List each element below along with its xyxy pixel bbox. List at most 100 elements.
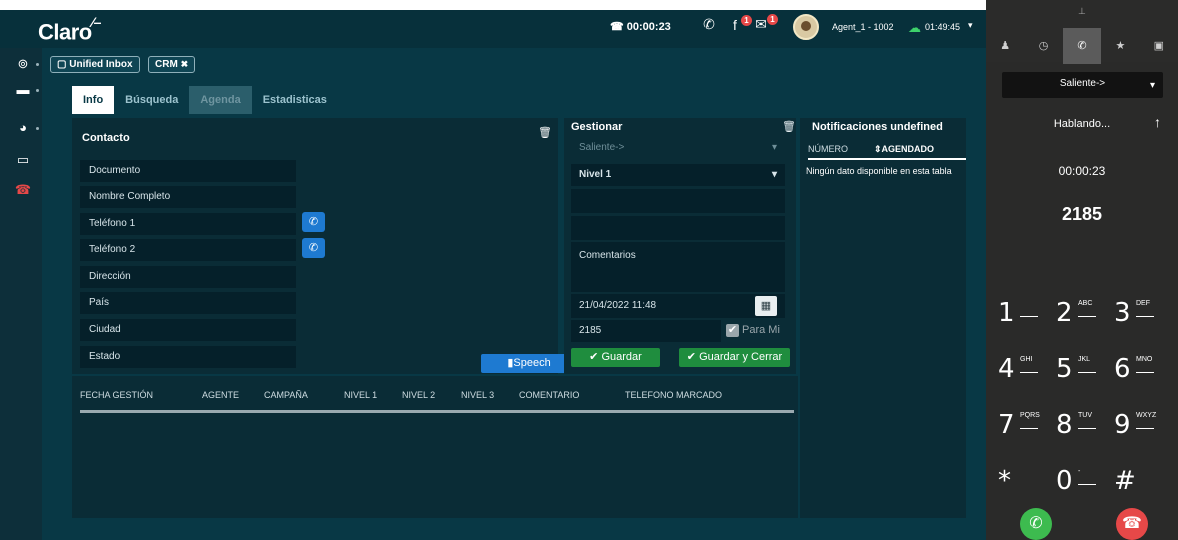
call-button[interactable]: ✆ bbox=[1020, 508, 1052, 540]
hangup-icon[interactable]: ☎ bbox=[12, 182, 34, 200]
cloud-status-icon: ☁ bbox=[908, 20, 921, 35]
contacts-icon[interactable]: ▣ bbox=[1140, 28, 1178, 64]
th-fecha[interactable]: FECHA GESTIÓN bbox=[80, 390, 153, 400]
th-nivel3[interactable]: NIVEL 3 bbox=[461, 390, 494, 400]
gestionar-title: Gestionar bbox=[571, 121, 623, 133]
pais-field[interactable]: País bbox=[80, 292, 296, 314]
key-4[interactable]: 4 GHI bbox=[998, 354, 1048, 394]
dialed-number: 2185 bbox=[1061, 204, 1103, 224]
avatar[interactable] bbox=[793, 14, 819, 40]
trash-icon[interactable]: 🗑 bbox=[782, 120, 796, 133]
key-underline bbox=[1020, 428, 1038, 429]
direccion-field[interactable]: Dirección bbox=[80, 266, 296, 288]
phone-field[interactable]: 2185 bbox=[571, 320, 721, 342]
tab-agenda[interactable]: Agenda bbox=[189, 86, 252, 114]
mail-icon[interactable]: ✉ 1 bbox=[752, 14, 778, 33]
para-mi-checkbox[interactable]: ✔ bbox=[726, 324, 739, 337]
empty-field-2[interactable] bbox=[571, 216, 785, 240]
hangup-button[interactable]: ☎ bbox=[1116, 508, 1148, 540]
rail-dot bbox=[36, 89, 39, 92]
rail-dot bbox=[36, 63, 39, 66]
tab-info[interactable]: Info bbox=[72, 86, 115, 114]
key-star[interactable]: * bbox=[998, 466, 1048, 506]
call-telefono1-button[interactable]: ✆ bbox=[302, 212, 325, 232]
key-0[interactable]: 0- bbox=[1056, 466, 1106, 506]
rail-dot bbox=[36, 127, 39, 130]
arrow-up-icon[interactable]: ↑ bbox=[1154, 114, 1161, 130]
history-table: FECHA GESTIÓN AGENTE CAMPAÑA NIVEL 1 NIV… bbox=[72, 376, 798, 518]
phone-tab-icon[interactable]: ✆ bbox=[1062, 28, 1102, 64]
col-agendado[interactable]: ⇕AGENDADO bbox=[874, 144, 934, 155]
softphone-direction-select[interactable]: Saliente-> ▾ bbox=[1002, 72, 1163, 98]
telefono1-field[interactable]: Teléfono 1 bbox=[80, 213, 296, 235]
estado-field[interactable]: Estado bbox=[80, 346, 296, 368]
close-icon[interactable]: ✖ bbox=[181, 59, 189, 69]
call-telefono2-button[interactable]: ✆ bbox=[302, 238, 325, 258]
gamepad-icon[interactable]: ⊚ bbox=[12, 56, 34, 74]
th-comentario[interactable]: COMENTARIO bbox=[519, 390, 579, 400]
nombre-completo-field[interactable]: Nombre Completo bbox=[80, 186, 296, 208]
key-letters: ABC bbox=[1078, 300, 1093, 307]
th-telefono[interactable]: TELEFONO MARCADO bbox=[625, 390, 722, 400]
th-agente[interactable]: AGENTE bbox=[202, 390, 239, 400]
key-letters: DEF bbox=[1136, 300, 1150, 307]
key-2[interactable]: 2 ABC bbox=[1056, 298, 1106, 338]
notifications-title: Notificaciones undefined bbox=[812, 121, 943, 133]
key-letters: JKL bbox=[1078, 356, 1091, 363]
calendar-icon[interactable]: ▦ bbox=[755, 296, 777, 316]
key-hash[interactable]: # bbox=[1114, 466, 1164, 506]
key-7[interactable]: 7 PQRS bbox=[998, 410, 1048, 450]
key-number: # bbox=[1114, 466, 1136, 496]
key-number: 5 bbox=[1056, 354, 1073, 384]
telefono2-field[interactable]: Teléfono 2 bbox=[80, 239, 296, 261]
unified-inbox-tag[interactable]: ▢ Unified Inbox bbox=[50, 56, 140, 73]
key-1[interactable]: 1 bbox=[998, 298, 1048, 338]
speech-button[interactable]: ▮Speech bbox=[481, 354, 577, 373]
clock-icon[interactable]: ◷ bbox=[1024, 28, 1062, 64]
comentarios-textarea[interactable]: Comentarios bbox=[571, 242, 785, 292]
nivel-select[interactable]: Nivel 1 ▾ bbox=[571, 164, 785, 186]
key-3[interactable]: 3 DEF bbox=[1114, 298, 1164, 338]
col-numero[interactable]: NÚMERO bbox=[808, 144, 848, 154]
save-close-button[interactable]: ✔ Guardar y Cerrar bbox=[679, 348, 790, 367]
ciudad-field[interactable]: Ciudad bbox=[80, 319, 296, 341]
crm-tag[interactable]: CRM ✖ bbox=[148, 56, 196, 73]
key-number: 1 bbox=[998, 298, 1015, 328]
th-nivel2[interactable]: NIVEL 2 bbox=[402, 390, 435, 400]
monitor-icon[interactable]: ▭ bbox=[12, 152, 34, 170]
date-field[interactable]: 21/04/2022 11:48 bbox=[571, 294, 785, 318]
top-header: Claro⁄– ☎ 00:00:23 ✆ f1 ✉ 1 Agent_1 - 100… bbox=[0, 10, 986, 48]
tab-busqueda[interactable]: Búsqueda bbox=[114, 86, 189, 114]
key-5[interactable]: 5 JKL bbox=[1056, 354, 1106, 394]
pie-chart-icon[interactable]: ◕ bbox=[12, 120, 34, 138]
pin-icon[interactable]: ⊥ bbox=[1078, 6, 1086, 17]
key-9[interactable]: 9 WXYZ bbox=[1114, 410, 1164, 450]
phone-icon[interactable]: ✆ bbox=[700, 16, 718, 33]
chevron-down-icon: ▾ bbox=[1149, 80, 1155, 91]
key-underline bbox=[1020, 372, 1038, 373]
key-underline bbox=[1078, 484, 1096, 485]
user-icon[interactable]: ♟ bbox=[986, 28, 1024, 64]
facebook-icon[interactable]: f1 bbox=[726, 14, 752, 33]
key-number: 2 bbox=[1056, 298, 1073, 328]
call-timer-value: 00:00:23 bbox=[626, 21, 671, 33]
key-number: 8 bbox=[1056, 410, 1073, 440]
direction-select[interactable]: Saliente-> ▾ bbox=[571, 138, 785, 158]
star-icon[interactable]: ★ bbox=[1101, 28, 1139, 64]
documento-field[interactable]: Documento bbox=[80, 160, 296, 182]
key-underline bbox=[1136, 428, 1154, 429]
tab-estadisticas[interactable]: Estadisticas bbox=[252, 86, 338, 114]
th-campana[interactable]: CAMPAÑA bbox=[264, 390, 308, 400]
main-area: ▢ Unified Inbox CRM ✖ Info Búsqueda Agen… bbox=[42, 48, 986, 540]
empty-field-1[interactable] bbox=[571, 189, 785, 213]
laptop-icon[interactable]: ▬ bbox=[12, 82, 34, 100]
key-number: 6 bbox=[1114, 354, 1131, 384]
th-nivel1[interactable]: NIVEL 1 bbox=[344, 390, 377, 400]
key-number: * bbox=[998, 466, 1011, 496]
chevron-down-icon[interactable]: ▾ bbox=[968, 20, 973, 31]
call-timer: ☎ 00:00:23 bbox=[610, 21, 671, 33]
key-8[interactable]: 8 TUV bbox=[1056, 410, 1106, 450]
trash-icon[interactable]: 🗑 bbox=[538, 126, 552, 139]
key-6[interactable]: 6 MNO bbox=[1114, 354, 1164, 394]
save-button[interactable]: ✔ Guardar bbox=[571, 348, 660, 367]
